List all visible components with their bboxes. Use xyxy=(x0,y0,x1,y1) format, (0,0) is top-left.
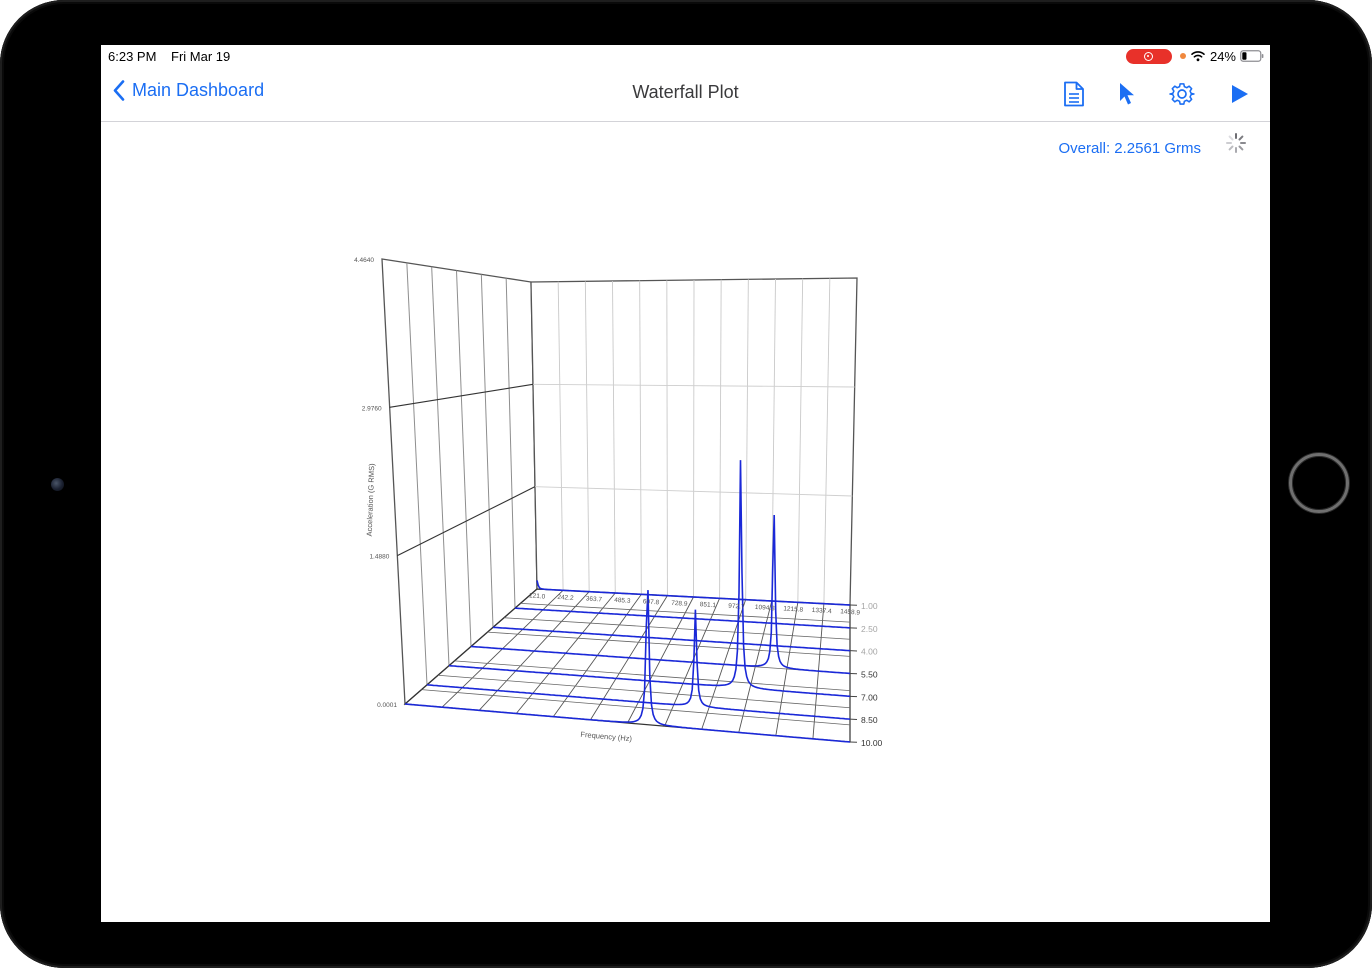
y-axis-tick-label: 1.4880 xyxy=(369,554,389,561)
x-axis-tick-label: 1094.3 xyxy=(755,604,776,612)
x-axis-tick-label: 485.3 xyxy=(614,597,631,605)
x-axis-tick-label: 972.7 xyxy=(728,603,745,611)
x-axis-tick-label: 363.7 xyxy=(586,595,603,603)
z-axis-tick-label: 5.50 xyxy=(861,670,878,680)
ipad-bezel: 6:23 PM Fri Mar 19 24% Main Dashboard Wa… xyxy=(0,0,1372,968)
x-axis-tick-label: 1458.9 xyxy=(840,608,861,616)
y-axis-title: Acceleration (G RMS) xyxy=(365,463,377,537)
y-axis-tick-label: 4.4640 xyxy=(354,257,374,264)
floor-gridline xyxy=(454,660,851,692)
z-axis-tick-label: 7.00 xyxy=(861,692,878,702)
y-axis-tick-label: 2.9760 xyxy=(362,405,382,412)
z-axis-tick-label: 4.00 xyxy=(861,647,878,657)
home-button[interactable] xyxy=(1289,453,1349,513)
x-axis-tick-label: 851.1 xyxy=(700,601,717,609)
z-axis-tick-label: 1.00 xyxy=(861,601,878,611)
front-camera xyxy=(51,478,64,491)
x-axis-title: Frequency (Hz) xyxy=(580,730,633,744)
floor-gridline xyxy=(421,689,851,726)
back-wall-gridline xyxy=(693,279,695,598)
x-axis-tick-label: 728.9 xyxy=(671,600,688,608)
waterfall-trace xyxy=(492,626,851,652)
waterfall-plot[interactable]: 1.00 2.50 4.00 5.50 7.00 8.50 10.00 0.0001 1.488… xyxy=(101,45,1270,922)
floor-gridline xyxy=(503,617,851,640)
x-axis-tick-label: 607.8 xyxy=(643,598,660,606)
z-axis-tick-label: 2.50 xyxy=(861,624,878,634)
z-axis-tick-label: 10.00 xyxy=(861,738,883,748)
x-axis-tick-label: 242.2 xyxy=(557,594,574,602)
x-axis-tick-label: 121.0 xyxy=(529,592,546,600)
x-axis-tick-label: 1337.4 xyxy=(812,607,833,615)
left-wall xyxy=(381,258,538,706)
x-axis-tick-label: 1215.8 xyxy=(783,605,804,613)
back-wall-gridline xyxy=(666,280,668,596)
z-axis-tick-label: 8.50 xyxy=(861,715,878,725)
screen: 6:23 PM Fri Mar 19 24% Main Dashboard Wa… xyxy=(101,45,1270,922)
y-axis-tick-label: 0.0001 xyxy=(377,702,397,709)
